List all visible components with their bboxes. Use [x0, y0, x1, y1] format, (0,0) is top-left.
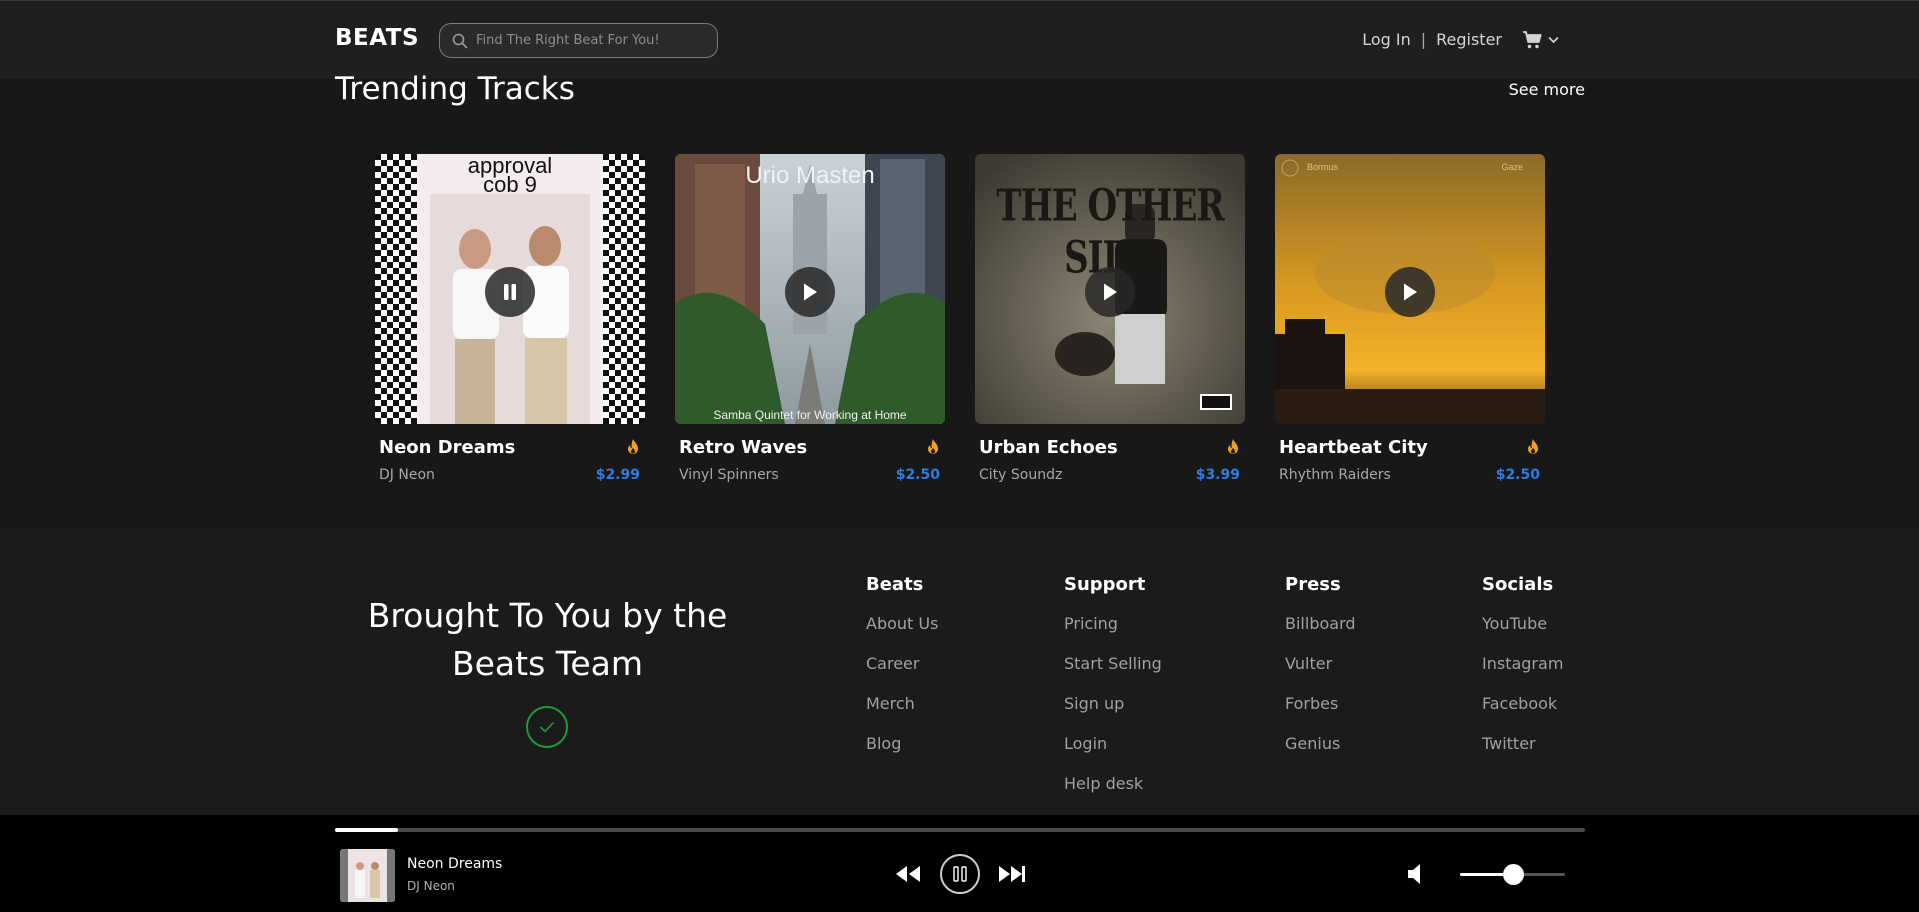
mute-button[interactable]: [1406, 862, 1426, 890]
footer-heading: Socials: [1482, 574, 1554, 595]
progress-bar[interactable]: [335, 828, 1585, 832]
track-title[interactable]: Neon Dreams: [379, 437, 515, 458]
now-playing-thumbnail[interactable]: [340, 849, 395, 902]
track-cover[interactable]: Urio Masten Samba Quintet for Working at…: [675, 154, 945, 424]
footer-link[interactable]: Vulter: [1285, 654, 1356, 694]
footer-link[interactable]: Forbes: [1285, 694, 1356, 734]
logo[interactable]: BEATS: [335, 25, 419, 51]
track-card[interactable]: THE OTHER SIDE Urban Echoes City Soundz …: [975, 154, 1245, 483]
chevron-down-icon: [1548, 36, 1559, 43]
footer-column-support: Support Pricing Start Selling Sign up Lo…: [1064, 574, 1162, 814]
footer-link[interactable]: Sign up: [1064, 694, 1162, 734]
footer-link[interactable]: Login: [1064, 734, 1162, 774]
nav-separator: |: [1420, 30, 1427, 49]
footer-link[interactable]: Help desk: [1064, 774, 1162, 814]
footer-link[interactable]: Facebook: [1482, 694, 1563, 734]
fire-icon: [1528, 439, 1538, 454]
footer-link[interactable]: About Us: [866, 614, 938, 654]
account-nav: Log In | Register: [1362, 30, 1559, 49]
player-pause-button[interactable]: [940, 854, 980, 894]
track-artist: Rhythm Raiders: [1279, 467, 1391, 483]
volume-knob[interactable]: [1502, 864, 1524, 885]
cart-button[interactable]: [1522, 30, 1559, 49]
footer-column-press: Press Billboard Vulter Forbes Genius: [1285, 574, 1356, 774]
footer-link[interactable]: Pricing: [1064, 614, 1162, 654]
next-button[interactable]: [997, 856, 1027, 892]
track-title[interactable]: Retro Waves: [679, 437, 807, 458]
search-box[interactable]: [439, 23, 718, 58]
track-cover[interactable]: approval cob 9: [375, 154, 645, 424]
check-icon: [526, 706, 568, 748]
volume-icon: [1408, 864, 1420, 884]
footer-link[interactable]: Instagram: [1482, 654, 1563, 694]
track-card[interactable]: Urio Masten Samba Quintet for Working at…: [675, 154, 945, 483]
now-playing-cover-image: [340, 849, 395, 902]
track-artist: City Soundz: [979, 467, 1063, 483]
footer-heading: Beats: [866, 574, 924, 595]
skip-forward-icon: [999, 866, 1025, 882]
play-icon: [804, 283, 817, 301]
search-icon: [452, 33, 468, 49]
footer-link[interactable]: Genius: [1285, 734, 1356, 774]
cover-text-bottom: cob 9: [483, 172, 537, 197]
track-price[interactable]: $2.99: [596, 467, 640, 483]
track-price[interactable]: $2.50: [896, 467, 940, 483]
cover-text: approval cob 9: [375, 155, 645, 197]
track-card[interactable]: approval cob 9 Neon Dreams DJ Neon $2.99: [375, 154, 645, 483]
cart-icon: [1523, 30, 1542, 48]
track-title[interactable]: Heartbeat City: [1279, 437, 1428, 458]
now-playing-artist[interactable]: DJ Neon: [407, 879, 455, 893]
footer-link[interactable]: Career: [866, 654, 938, 694]
footer-column-beats: Beats About Us Career Merch Blog: [866, 574, 938, 774]
pause-icon: [953, 866, 967, 882]
footer-heading: Press: [1285, 574, 1341, 595]
cover-title: Urio Masten: [745, 162, 875, 189]
footer-link[interactable]: Start Selling: [1064, 654, 1162, 694]
fire-icon: [1228, 439, 1238, 454]
see-more-link[interactable]: See more: [1509, 80, 1585, 99]
page: BEATS Log In | Register Trending Tracks …: [0, 0, 1919, 912]
track-cover[interactable]: Bormus Gaze: [1275, 154, 1545, 424]
track-price[interactable]: $3.99: [1196, 467, 1240, 483]
track-title[interactable]: Urban Echoes: [979, 437, 1118, 458]
fire-icon: [628, 439, 638, 454]
tagline-line1: Brought To You by the: [367, 596, 728, 635]
login-link[interactable]: Log In: [1362, 30, 1411, 49]
play-icon: [1104, 283, 1117, 301]
track-artist: Vinyl Spinners: [679, 467, 779, 483]
play-icon: [1404, 283, 1417, 301]
footer-column-socials: Socials YouTube Instagram Facebook Twitt…: [1482, 574, 1563, 774]
pause-icon: [504, 284, 516, 300]
site-header: BEATS Log In | Register: [0, 0, 1919, 79]
footer-link[interactable]: YouTube: [1482, 614, 1563, 654]
progress-fill: [335, 828, 398, 832]
tagline-line2: Beats Team: [451, 644, 643, 683]
footer-heading: Support: [1064, 574, 1146, 595]
play-button[interactable]: [1085, 267, 1135, 317]
track-artist: DJ Neon: [379, 467, 435, 483]
track-cover[interactable]: THE OTHER SIDE: [975, 154, 1245, 424]
rewind-icon: [896, 866, 920, 882]
play-button[interactable]: [1385, 267, 1435, 317]
cover-caption: Samba Quintet for Working at Home: [713, 408, 907, 422]
track-price[interactable]: $2.50: [1496, 467, 1540, 483]
now-playing-title[interactable]: Neon Dreams: [407, 856, 502, 872]
search-input[interactable]: [476, 24, 712, 56]
track-card[interactable]: Bormus Gaze Heartbeat City Rhythm Raider…: [1275, 154, 1545, 483]
footer-link[interactable]: Blog: [866, 734, 938, 774]
footer-link[interactable]: Twitter: [1482, 734, 1563, 774]
footer-link[interactable]: Billboard: [1285, 614, 1356, 654]
cover-label-right: Gaze: [1501, 162, 1523, 172]
previous-button[interactable]: [893, 856, 923, 892]
cover-label-left: Bormus: [1307, 162, 1339, 172]
volume-slider[interactable]: [1460, 864, 1565, 885]
play-button[interactable]: [785, 267, 835, 317]
pause-button[interactable]: [485, 267, 535, 317]
section-title: Trending Tracks: [335, 71, 575, 107]
footer-tagline: Brought To You by the Beats Team: [335, 592, 760, 688]
site-footer: [0, 528, 1919, 815]
register-link[interactable]: Register: [1436, 30, 1502, 49]
footer-link[interactable]: Merch: [866, 694, 938, 734]
fire-icon: [928, 439, 938, 454]
